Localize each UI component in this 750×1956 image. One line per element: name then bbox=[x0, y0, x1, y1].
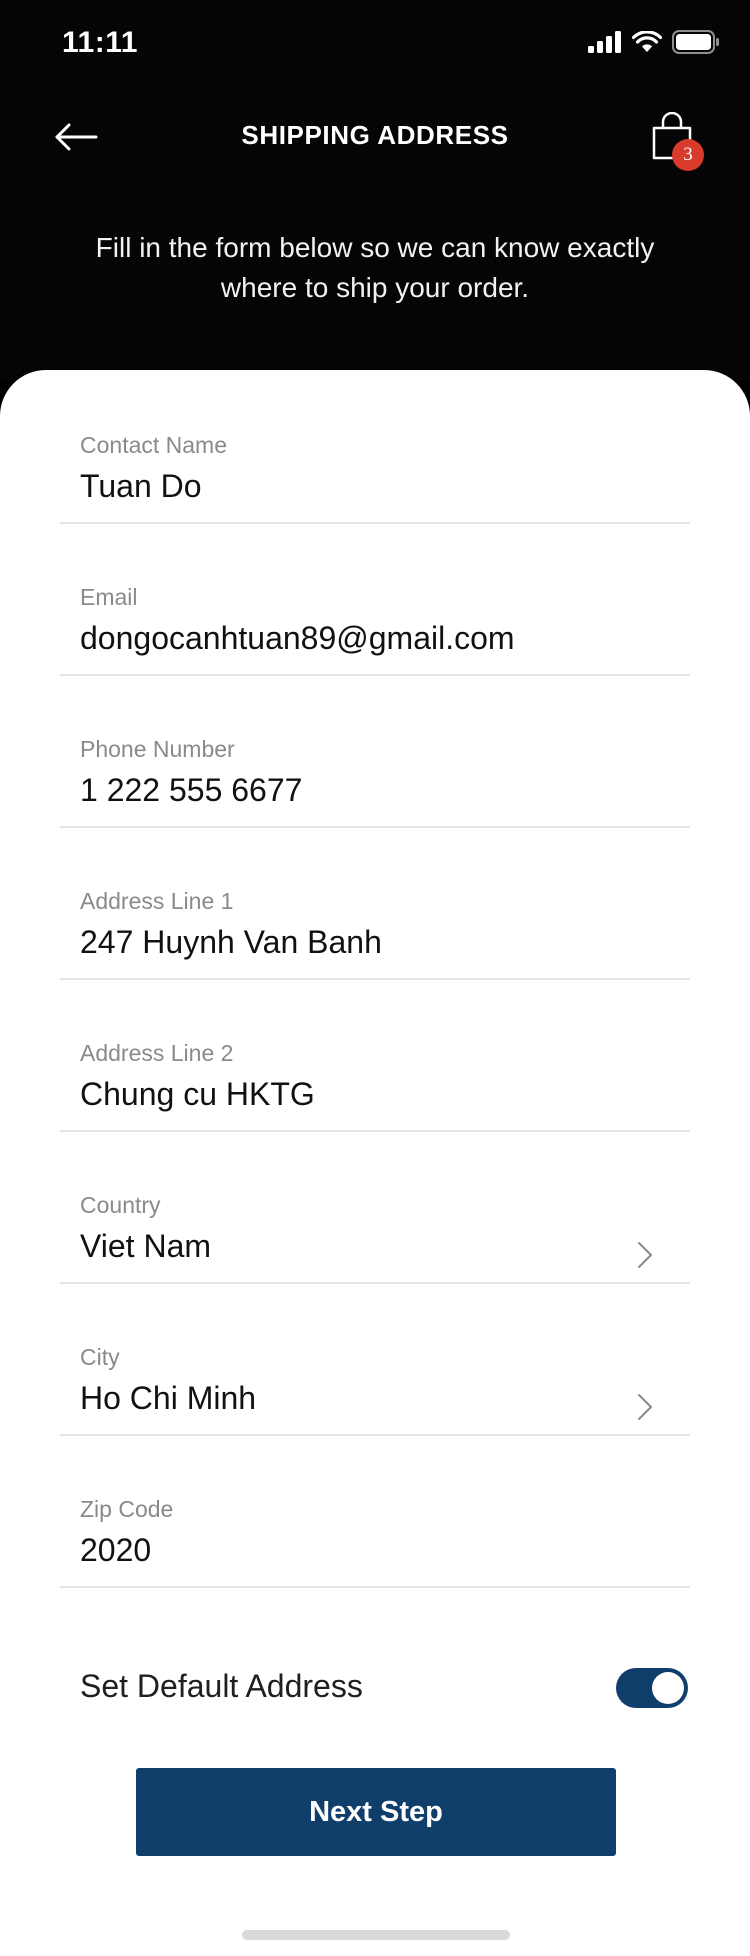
toggle-knob bbox=[652, 1672, 684, 1704]
contact-name-field[interactable]: Contact Name Tuan Do bbox=[60, 370, 690, 524]
field-value[interactable]: Viet Nam bbox=[80, 1228, 211, 1265]
address-line-1-field[interactable]: Address Line 1 247 Huynh Van Banh bbox=[60, 826, 690, 980]
email-field[interactable]: Email dongocanhtuan89@gmail.com bbox=[60, 522, 690, 676]
wifi-icon bbox=[632, 31, 662, 52]
zip-code-field[interactable]: Zip Code 2020 bbox=[60, 1434, 690, 1588]
signal-icon bbox=[588, 31, 621, 53]
field-value[interactable]: 2020 bbox=[80, 1532, 151, 1569]
field-value[interactable]: dongocanhtuan89@gmail.com bbox=[80, 620, 515, 657]
field-value[interactable]: Chung cu HKTG bbox=[80, 1076, 315, 1113]
field-label: Country bbox=[80, 1192, 161, 1218]
next-step-button[interactable]: Next Step bbox=[136, 1768, 616, 1856]
field-label: Zip Code bbox=[80, 1496, 174, 1522]
field-value[interactable]: 1 222 555 6677 bbox=[80, 772, 302, 809]
field-label: Phone Number bbox=[80, 736, 235, 762]
battery-icon bbox=[672, 30, 719, 54]
header: 11:11 SHIPPING ADDRESS 3 Fill in the for… bbox=[0, 0, 750, 380]
field-label: Email bbox=[80, 584, 138, 610]
field-value[interactable]: Ho Chi Minh bbox=[80, 1380, 256, 1417]
default-address-label: Set Default Address bbox=[80, 1668, 363, 1704]
status-icons bbox=[588, 30, 720, 54]
country-select[interactable]: Country Viet Nam bbox=[60, 1130, 690, 1284]
home-indicator[interactable] bbox=[242, 1930, 510, 1940]
field-label: City bbox=[80, 1344, 120, 1370]
field-label: Address Line 1 bbox=[80, 888, 234, 914]
form-sheet: Contact Name Tuan Do Email dongocanhtuan… bbox=[0, 370, 750, 1956]
chevron-right-icon bbox=[638, 1394, 652, 1420]
cart-count-badge: 3 bbox=[672, 139, 704, 171]
city-select[interactable]: City Ho Chi Minh bbox=[60, 1282, 690, 1436]
field-value[interactable]: Tuan Do bbox=[80, 468, 202, 505]
address-line-2-field[interactable]: Address Line 2 Chung cu HKTG bbox=[60, 978, 690, 1132]
form-instructions: Fill in the form below so we can know ex… bbox=[95, 232, 655, 303]
chevron-right-icon bbox=[638, 1242, 652, 1268]
default-address-toggle[interactable] bbox=[616, 1668, 688, 1708]
field-label: Contact Name bbox=[80, 432, 228, 458]
phone-number-field[interactable]: Phone Number 1 222 555 6677 bbox=[60, 674, 690, 828]
page-title: SHIPPING ADDRESS bbox=[241, 120, 509, 150]
field-value[interactable]: 247 Huynh Van Banh bbox=[80, 924, 382, 961]
field-label: Address Line 2 bbox=[80, 1040, 234, 1066]
status-time: 11:11 bbox=[62, 26, 138, 59]
